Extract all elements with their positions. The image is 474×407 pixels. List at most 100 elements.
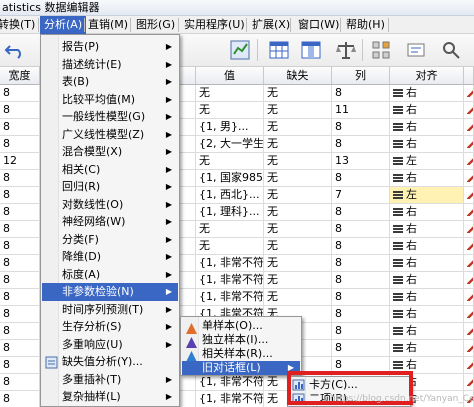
nonparametric-menu-item[interactable]: 独立样本(I)... — [182, 333, 300, 348]
header-values[interactable]: 值 — [196, 67, 264, 85]
analyze-menu-item[interactable]: 描述统计(E) ▶ — [42, 56, 178, 74]
cell-missing[interactable]: 无 — [264, 153, 332, 170]
analyze-menu-item[interactable]: 生存分析(S) ▶ — [42, 318, 178, 336]
cell-width[interactable]: 8 — [0, 221, 40, 238]
cell-width[interactable]: 8 — [0, 306, 40, 323]
cell-width[interactable]: 8 — [0, 204, 40, 221]
cell-measure[interactable] — [464, 323, 474, 340]
chart-builder-icon[interactable] — [229, 39, 251, 61]
nonparametric-menu-item[interactable]: 旧对话框(L) ▶ — [182, 361, 300, 375]
find-icon[interactable] — [440, 39, 462, 61]
menu-window[interactable]: 窗口(W) — [298, 16, 339, 34]
cell-missing[interactable]: 无 — [264, 187, 332, 204]
analyze-menu-item[interactable]: 多重插补(T) ▶ — [42, 371, 178, 389]
cell-measure[interactable] — [464, 238, 474, 255]
cell-value[interactable]: {1, 西北}... — [196, 187, 264, 204]
cell-value[interactable]: {1, 国家985}... — [196, 170, 264, 187]
cell-missing[interactable]: 无 — [264, 102, 332, 119]
analyze-menu-item[interactable]: 分类(F) ▶ — [42, 231, 178, 249]
cell-value[interactable]: 无 — [196, 85, 264, 102]
cell-width[interactable]: 8 — [0, 323, 40, 340]
cell-columns[interactable]: 13 — [332, 153, 390, 170]
cell-measure[interactable] — [464, 340, 474, 357]
analyze-menu-item[interactable]: 缺失值分析(Y)... — [42, 353, 178, 371]
cell-align[interactable]: 右 — [390, 170, 464, 187]
cell-value[interactable]: 无 — [196, 221, 264, 238]
cell-width[interactable]: 8 — [0, 374, 40, 391]
cell-missing[interactable]: 无 — [264, 272, 332, 289]
cell-missing[interactable]: 无 — [264, 85, 332, 102]
cell-align[interactable]: 右 — [390, 340, 464, 357]
cell-columns[interactable]: 8 — [332, 289, 390, 306]
analyze-menu-item[interactable]: 降维(D) ▶ — [42, 248, 178, 266]
cell-align[interactable]: 右 — [390, 204, 464, 221]
cell-missing[interactable]: 无 — [264, 204, 332, 221]
cell-columns[interactable]: 8 — [332, 204, 390, 221]
header-measure[interactable] — [464, 67, 474, 85]
cell-columns[interactable]: 8 — [332, 238, 390, 255]
cell-columns[interactable]: 8 — [332, 255, 390, 272]
cell-missing[interactable]: 无 — [264, 221, 332, 238]
cell-value[interactable]: {1, 非常不符... — [196, 272, 264, 289]
cell-columns[interactable]: 8 — [332, 272, 390, 289]
cell-align[interactable]: 左 — [390, 153, 464, 170]
nonparametric-menu-item[interactable]: 单样本(O)... — [182, 319, 300, 334]
cell-measure[interactable] — [464, 102, 474, 119]
cell-measure[interactable] — [464, 119, 474, 136]
header-width[interactable]: 宽度 — [0, 67, 40, 85]
cell-measure[interactable] — [464, 187, 474, 204]
cell-align[interactable]: 右 — [390, 102, 464, 119]
cell-columns[interactable]: 8 — [332, 306, 390, 323]
cell-value[interactable]: {2, 大一学生... — [196, 136, 264, 153]
analyze-menu-item[interactable]: 多重响应(U) ▶ — [42, 336, 178, 354]
cell-width[interactable]: 8 — [0, 357, 40, 374]
cell-width[interactable]: 8 — [0, 136, 40, 153]
cell-columns[interactable]: 11 — [332, 102, 390, 119]
analyze-menu-item[interactable]: 一般线性模型(G) ▶ — [42, 108, 178, 126]
analyze-menu-item[interactable]: 对数线性(O) ▶ — [42, 196, 178, 214]
cell-align[interactable]: 右 — [390, 255, 464, 272]
cell-measure[interactable] — [464, 306, 474, 323]
cell-width[interactable]: 8 — [0, 289, 40, 306]
undo-icon[interactable] — [4, 39, 26, 61]
grid-select-icon[interactable] — [300, 39, 322, 61]
analyze-menu-item[interactable]: 回归(R) ▶ — [42, 178, 178, 196]
analyze-menu-item[interactable]: 相关(C) ▶ — [42, 161, 178, 179]
cell-measure[interactable] — [464, 272, 474, 289]
menu-utilities[interactable]: 实用程序(U) — [184, 16, 245, 34]
cell-value[interactable]: 无 — [196, 153, 264, 170]
cell-measure[interactable] — [464, 153, 474, 170]
cell-width[interactable]: 8 — [0, 119, 40, 136]
cell-columns[interactable]: 8 — [332, 85, 390, 102]
cell-measure[interactable] — [464, 357, 474, 374]
weight-cases-icon[interactable] — [335, 39, 357, 61]
analyze-menu-item[interactable]: 标度(A) ▶ — [42, 266, 178, 284]
value-labels-icon[interactable] — [405, 39, 427, 61]
cell-value[interactable]: {1, 非常不符... — [196, 374, 264, 391]
cell-align[interactable]: 右 — [390, 136, 464, 153]
cell-measure[interactable] — [464, 170, 474, 187]
cell-missing[interactable]: 无 — [264, 238, 332, 255]
menu-help[interactable]: 帮助(H) — [346, 16, 385, 34]
cell-value[interactable]: {1, 男}... — [196, 119, 264, 136]
cell-align[interactable]: 右 — [390, 272, 464, 289]
analyze-menu-item[interactable]: 广义线性模型(Z) ▶ — [42, 126, 178, 144]
nonparametric-menu-item[interactable]: 相关样本(R)... — [182, 347, 300, 362]
cell-value[interactable]: 无 — [196, 238, 264, 255]
cell-width[interactable]: 8 — [0, 238, 40, 255]
cell-measure[interactable] — [464, 255, 474, 272]
cell-align[interactable]: 右 — [390, 85, 464, 102]
cell-align[interactable]: 右 — [390, 238, 464, 255]
analyze-menu-item[interactable]: 神经网络(W) ▶ — [42, 213, 178, 231]
cell-width[interactable]: 12 — [0, 153, 40, 170]
analyze-menu-item[interactable]: 复杂抽样(L) ▶ — [42, 388, 178, 406]
cell-value[interactable]: 无 — [196, 102, 264, 119]
cell-columns[interactable]: 8 — [332, 119, 390, 136]
cell-width[interactable]: 8 — [0, 85, 40, 102]
analyze-menu-item[interactable]: 报告(P) ▶ — [42, 38, 178, 56]
cell-value[interactable]: {1, 非常不符... — [196, 391, 264, 407]
cell-value[interactable]: {1, 理科}... — [196, 204, 264, 221]
cell-align[interactable]: 右 — [390, 221, 464, 238]
cell-width[interactable]: 8 — [0, 391, 40, 407]
cell-measure[interactable] — [464, 204, 474, 221]
